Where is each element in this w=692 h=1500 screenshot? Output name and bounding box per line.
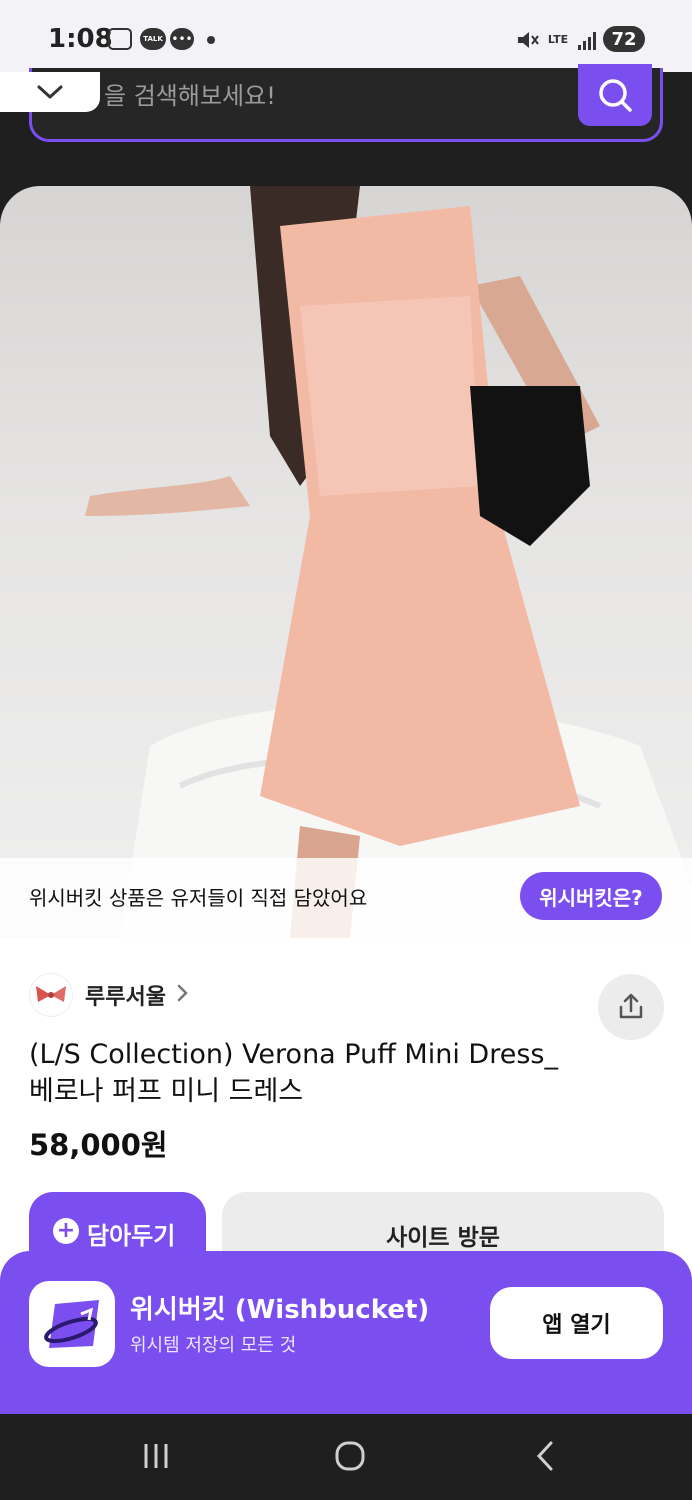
- status-time: 1:08: [48, 24, 113, 54]
- product-image-area: 위시버킷 상품은 유저들이 직접 담았어요 위시버킷은?: [0, 186, 692, 938]
- seller-link[interactable]: 루루서울: [29, 972, 190, 1018]
- chevron-down-icon: [37, 85, 63, 99]
- app-name: 위시버킷 (Wishbucket): [130, 1295, 430, 1325]
- back-button[interactable]: [530, 1438, 560, 1474]
- chevron-right-icon: [176, 983, 190, 1007]
- gallery-notification-icon: [108, 28, 132, 50]
- seller-logo: [29, 973, 73, 1017]
- mute-icon: [516, 28, 540, 52]
- app-install-banner: 위시버킷 (Wishbucket) 위시템 저장의 모든 것 앱 열기: [0, 1251, 692, 1414]
- more-notifications-icon: [207, 36, 215, 44]
- app-tagline: 위시템 저장의 모든 것: [130, 1335, 297, 1356]
- status-bar: 1:08 TALK ••• LTE 72: [0, 0, 692, 72]
- home-icon: [335, 1441, 365, 1471]
- collapse-button[interactable]: [0, 72, 100, 112]
- battery-icon: 72: [603, 26, 645, 52]
- product-photo: [0, 186, 692, 938]
- search-header: 을 검색해보세요!: [0, 64, 692, 186]
- recent-apps-icon: [144, 1444, 168, 1468]
- notice-text: 위시버킷 상품은 유저들이 직접 담았어요: [29, 886, 368, 910]
- search-placeholder: 을 검색해보세요!: [104, 82, 276, 110]
- kakaotalk-notification-icon: TALK: [140, 28, 166, 50]
- recent-apps-button[interactable]: [138, 1438, 174, 1474]
- open-app-button[interactable]: 앱 열기: [490, 1287, 663, 1359]
- search-icon: [599, 79, 632, 112]
- seller-name: 루루서울: [85, 985, 166, 1010]
- plus-icon: +: [53, 1218, 79, 1244]
- product-title: (L/S Collection) Verona Puff Mini Dress_…: [29, 1039, 558, 1107]
- about-wishbucket-button[interactable]: 위시버킷은?: [520, 872, 662, 920]
- search-input[interactable]: 을 검색해보세요!: [29, 64, 663, 142]
- system-navigation-bar: [0, 1414, 692, 1500]
- wishbucket-app-icon: [29, 1281, 115, 1367]
- signal-icon: [576, 30, 598, 50]
- message-notification-icon: •••: [170, 28, 194, 50]
- product-price: 58,000원: [29, 1128, 168, 1162]
- notice-strip: 위시버킷 상품은 유저들이 직접 담았어요 위시버킷은?: [0, 858, 692, 938]
- home-button[interactable]: [332, 1438, 368, 1474]
- back-icon: [536, 1441, 553, 1471]
- save-button-label: 담아두기: [87, 1222, 176, 1250]
- search-button[interactable]: [578, 64, 652, 126]
- share-button[interactable]: [598, 974, 664, 1040]
- share-icon: [619, 993, 643, 1019]
- lte-icon: LTE: [547, 32, 569, 46]
